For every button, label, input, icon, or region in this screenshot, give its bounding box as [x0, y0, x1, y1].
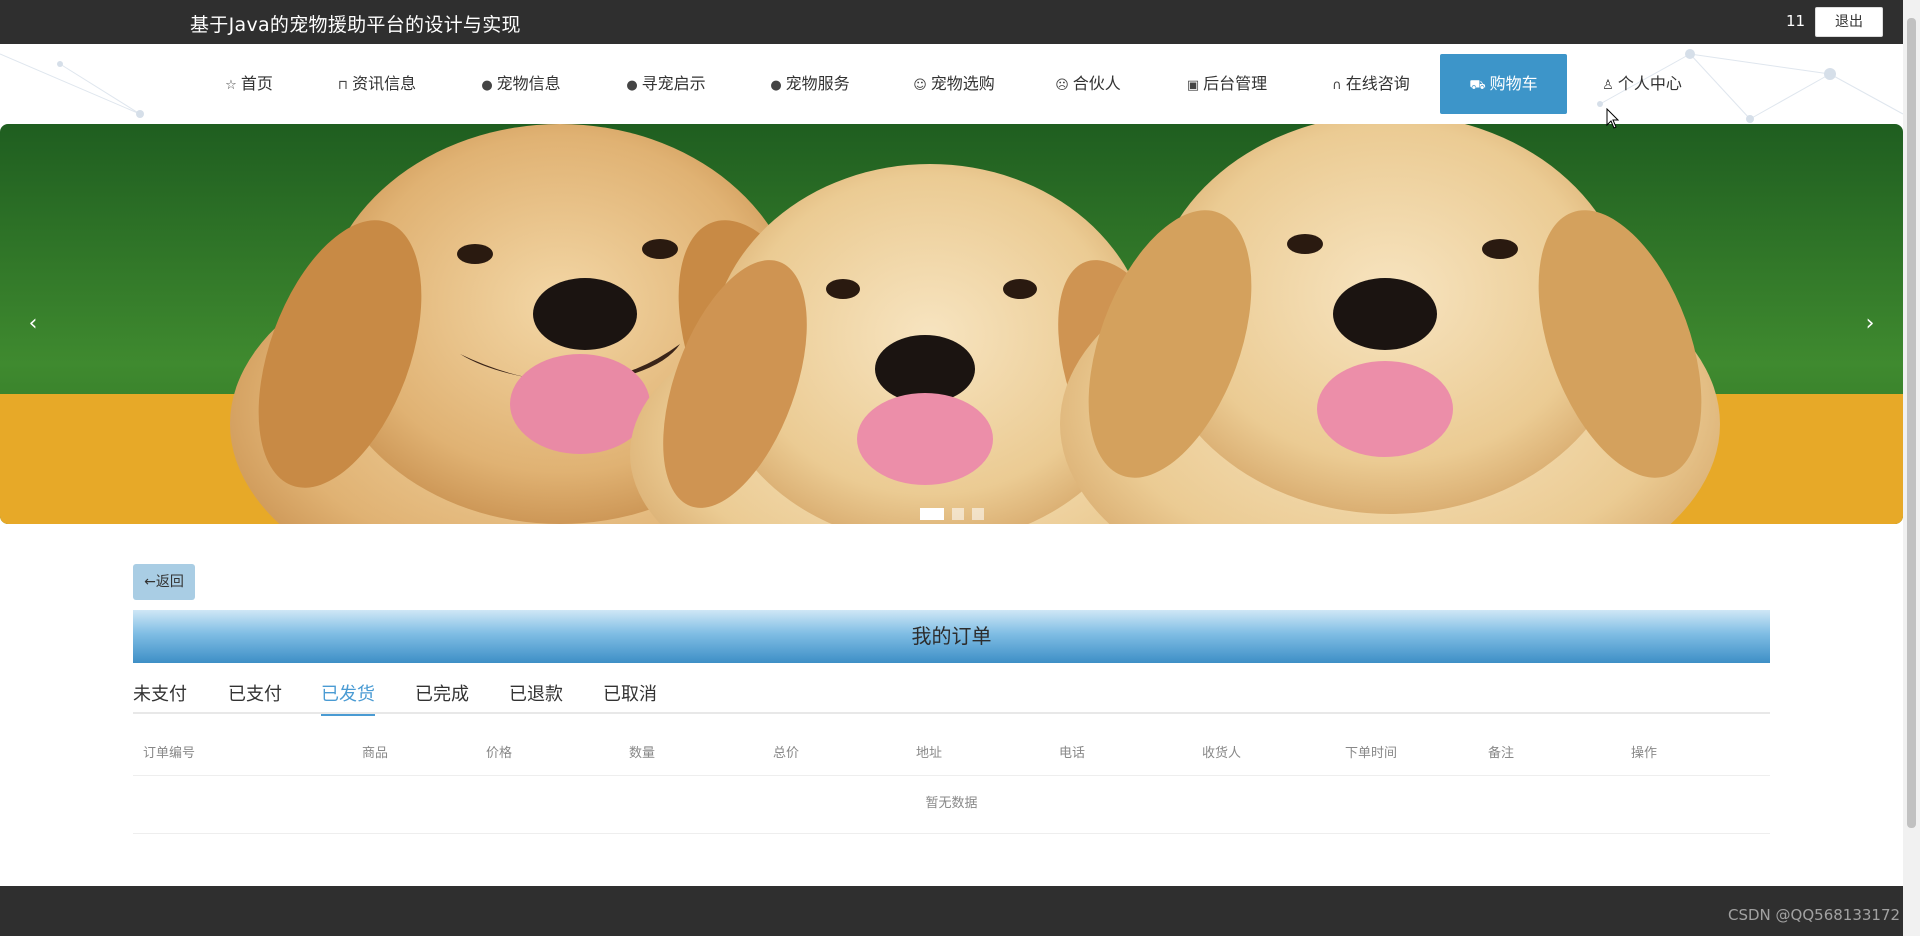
nav-item-home[interactable]: ☆ 首页 [218, 54, 280, 114]
nav-item-label: 宠物选购 [930, 74, 995, 93]
face-icon: ☹ [1055, 78, 1069, 93]
column-header: 电话 [1059, 746, 1086, 761]
page-scrollbar[interactable] [1903, 0, 1920, 936]
nav-item-pet-shop[interactable]: ☺ 宠物选购 [908, 54, 1000, 114]
carousel-next-arrow[interactable]: › [1855, 309, 1885, 339]
tab-paid[interactable]: 已支付 [228, 680, 282, 714]
tab-completed[interactable]: 已完成 [415, 680, 469, 714]
order-status-tabs: 未支付 已支付 已发货 已完成 已退款 已取消 [133, 680, 1770, 716]
bag-icon: ⊓ [337, 78, 349, 93]
watermark: CSDN @QQ568133172 [1728, 906, 1901, 924]
nav-item-label: 资讯信息 [352, 74, 417, 93]
column-header: 操作 [1631, 746, 1658, 761]
alert-icon: ● [481, 78, 493, 93]
star-icon: ☆ [225, 78, 237, 93]
nav-item-admin[interactable]: ▣ 后台管理 [1181, 54, 1273, 114]
username-label[interactable]: 11 [1786, 12, 1805, 30]
nav-item-label: 个人中心 [1617, 74, 1682, 93]
nav-item-profile[interactable]: ♙ 个人中心 [1596, 54, 1688, 114]
nav-item-label: 在线咨询 [1345, 74, 1410, 93]
column-header: 备注 [1488, 746, 1515, 761]
nav-item-label: 后台管理 [1203, 74, 1268, 93]
cart-icon: ⛟ [1469, 78, 1486, 93]
tab-refunded[interactable]: 已退款 [509, 680, 563, 714]
nav-item-consult[interactable]: ∩ 在线咨询 [1325, 54, 1417, 114]
user-icon: ♙ [1602, 78, 1614, 93]
site-title: 基于Java的宠物援助平台的设计与实现 [190, 14, 521, 36]
tab-unpaid[interactable]: 未支付 [133, 680, 187, 714]
nav-item-label: 购物车 [1489, 74, 1538, 93]
column-header: 商品 [362, 746, 389, 761]
column-header: 总价 [773, 746, 800, 761]
box-icon: ▣ [1186, 78, 1200, 93]
banner-image [0, 124, 1903, 524]
logout-button[interactable]: 退出 [1815, 7, 1883, 37]
tab-cancelled[interactable]: 已取消 [603, 680, 657, 714]
column-header: 价格 [486, 746, 513, 761]
column-header: 数量 [629, 746, 656, 761]
smile-icon: ☺ [913, 78, 927, 93]
nav-item-pet-info[interactable]: ● 宠物信息 [475, 54, 567, 114]
banner-carousel: ‹ › [0, 124, 1903, 524]
column-header: 收货人 [1202, 746, 1242, 761]
footer [0, 886, 1903, 936]
nav-item-label: 宠物信息 [496, 74, 561, 93]
nav-item-pet-service[interactable]: ● 宠物服务 [764, 54, 856, 114]
nav-item-label: 首页 [240, 74, 273, 93]
scrollbar-thumb[interactable] [1907, 18, 1916, 828]
column-header: 地址 [916, 746, 943, 761]
empty-state: 暂无数据 [133, 778, 1770, 834]
column-header: 下单时间 [1345, 746, 1398, 761]
nav-item-label: 合伙人 [1072, 74, 1121, 93]
carousel-dot[interactable] [920, 508, 944, 520]
nav-item-news[interactable]: ⊓ 资讯信息 [331, 54, 423, 114]
carousel-indicators [920, 508, 984, 520]
question-icon: ● [626, 78, 638, 93]
nav-item-label: 宠物服务 [785, 74, 850, 93]
nav-item-lost-pet[interactable]: ● 寻宠启示 [620, 54, 712, 114]
orders-table-header: 订单编号 商品 价格 数量 总价 地址 电话 收货人 下单时间 备注 操作 [133, 732, 1770, 776]
headset-icon: ∩ [1332, 78, 1342, 93]
nav-item-cart[interactable]: ⛟ 购物车 [1440, 54, 1567, 114]
orders-title: 我的订单 [133, 610, 1770, 663]
nav-item-partner[interactable]: ☹ 合伙人 [1052, 54, 1124, 114]
top-bar: 基于Java的宠物援助平台的设计与实现 11 退出 [0, 0, 1903, 44]
mouse-cursor-icon [1606, 108, 1620, 129]
carousel-dot[interactable] [952, 508, 964, 520]
carousel-prev-arrow[interactable]: ‹ [18, 309, 48, 339]
info-icon: ● [770, 78, 782, 93]
back-button[interactable]: ←返回 [133, 564, 195, 600]
column-header: 订单编号 [143, 746, 196, 761]
carousel-dot[interactable] [972, 508, 984, 520]
tab-shipped[interactable]: 已发货 [321, 680, 375, 716]
nav-item-label: 寻宠启示 [641, 74, 706, 93]
